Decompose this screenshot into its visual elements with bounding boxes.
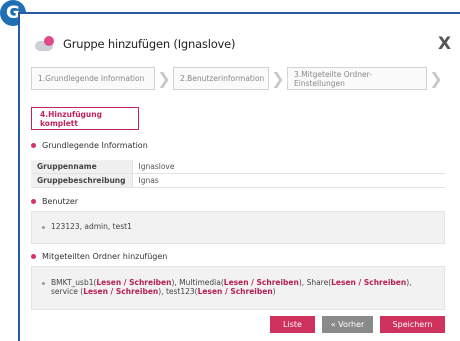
folder-close: ), [158, 287, 166, 296]
section-title: Mitgeteilten Ordner hinzufügen [42, 252, 168, 261]
wizard-steps: 1.Grundlegende Information ❯ 2.Benutzeri… [31, 67, 445, 90]
bullet-icon [42, 226, 45, 229]
step-shared-folders[interactable]: 3.Mitgeteilte Ordner-Einstellungen [287, 67, 427, 90]
step-complete[interactable]: 4.Hinzufügung komplett [31, 107, 139, 130]
section-title: Grundlegende Information [42, 141, 148, 150]
bullet-icon [31, 143, 36, 148]
step-basic-info[interactable]: 1.Grundlegende Information [31, 67, 155, 90]
folders-list: BMKT_usb1(Lesen / Schreiben), Multimedia… [51, 278, 434, 296]
previous-button[interactable]: « Vorher [322, 316, 373, 333]
chevron-right-icon: ❯ [157, 69, 171, 88]
folders-box: BMKT_usb1(Lesen / Schreiben), Multimedia… [31, 266, 445, 310]
folder-name: Share( [306, 278, 332, 287]
folder-permission: Lesen / Schreiben [83, 287, 159, 296]
group-add-icon [35, 35, 57, 53]
dialog-header: Gruppe hinzufügen (Ignaslove) [35, 34, 236, 54]
add-group-dialog: Gruppe hinzufügen (Ignaslove) X 1.Grundl… [20, 14, 460, 341]
folder-name: BMKT_usb1( [51, 278, 97, 287]
table-row: Gruppenname Ignaslove [31, 160, 445, 174]
section-basic-info: Grundlegende Information [31, 141, 148, 150]
row-value: Ignas [132, 173, 445, 188]
users-box: 123123, admin, test1 [31, 211, 445, 244]
folder-permission: Lesen / Schreiben [197, 287, 273, 296]
row-value: Ignaslove [132, 160, 445, 174]
folder-permission: Lesen / Schreiben [331, 278, 407, 287]
bullet-icon [31, 254, 36, 259]
section-shared-folders: Mitgeteilten Ordner hinzufügen [31, 252, 167, 261]
folder-permission: Lesen / Schreiben [96, 278, 172, 287]
section-title: Benutzer [42, 197, 79, 206]
row-label: Gruppenname [31, 160, 133, 174]
folder-name: Multimedia( [179, 278, 224, 287]
folder-close: ), [298, 278, 307, 287]
list-button[interactable]: Liste [270, 316, 315, 333]
folder-name: test123( [165, 287, 198, 296]
folder-permission: Lesen / Schreiben [223, 278, 299, 287]
step-user-info[interactable]: 2.Benutzerinformation [173, 67, 269, 90]
chevron-right-icon: ❯ [429, 69, 443, 88]
folder-close: ), [406, 278, 412, 287]
bullet-icon [31, 199, 36, 204]
dialog-title: Gruppe hinzufügen (Ignaslove) [63, 37, 236, 51]
folder-close: ) [272, 287, 276, 296]
save-button[interactable]: Speichern [380, 316, 445, 333]
group-info-table: Gruppenname Ignaslove Gruppebeschreibung… [31, 160, 445, 188]
table-row: Gruppebeschreibung Ignas [31, 173, 445, 188]
bullet-icon [42, 282, 45, 285]
users-list: 123123, admin, test1 [51, 222, 132, 231]
close-icon[interactable]: X [438, 34, 451, 54]
section-users: Benutzer [31, 197, 78, 206]
row-label: Gruppebeschreibung [31, 173, 133, 188]
folder-name: service ( [51, 287, 84, 296]
chevron-right-icon: ❯ [271, 69, 285, 88]
